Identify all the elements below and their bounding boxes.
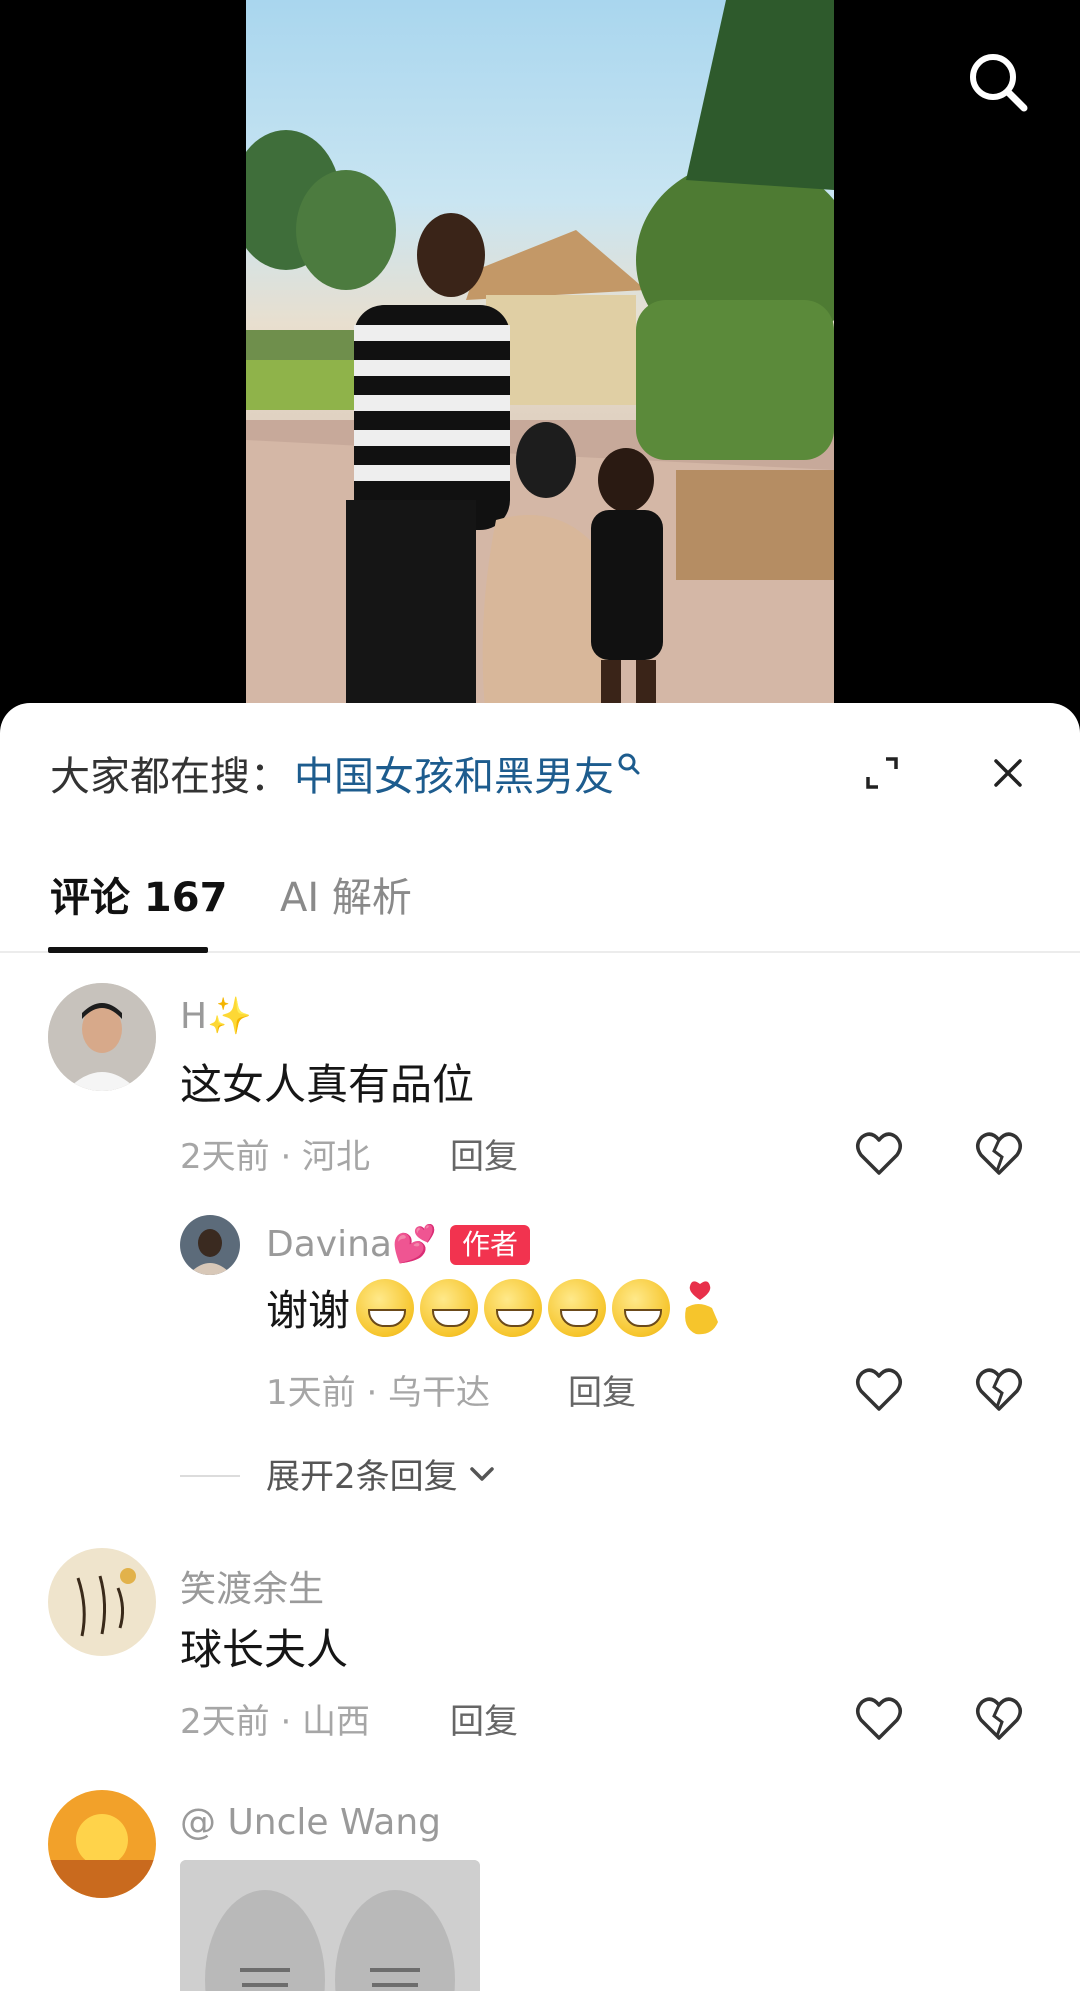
active-tab-indicator bbox=[48, 947, 208, 953]
comment-item: @ Uncle Wang bbox=[0, 1790, 1080, 1991]
dislike-button[interactable] bbox=[972, 1127, 1026, 1181]
comment-text: 这女人真有品位 bbox=[180, 1060, 475, 1109]
avatar[interactable] bbox=[48, 1548, 156, 1656]
hot-search-bar: 大家都在搜： 中国女孩和黑男友 bbox=[50, 743, 642, 803]
reply-meta: 1天前 · 乌干达 bbox=[266, 1373, 491, 1413]
like-button[interactable] bbox=[852, 1127, 906, 1181]
comment-username[interactable]: @ Uncle Wang bbox=[180, 1802, 441, 1843]
search-small-icon bbox=[618, 753, 640, 775]
avatar[interactable] bbox=[48, 1790, 156, 1898]
avatar-image bbox=[180, 1215, 240, 1275]
grinning-emoji bbox=[548, 1278, 607, 1337]
heart-icon bbox=[856, 1697, 902, 1740]
author-badge: 作者 bbox=[450, 1225, 531, 1265]
expand-replies-label: 展开2条回复 bbox=[266, 1457, 458, 1497]
avatar-image bbox=[48, 983, 156, 1091]
chevron-down-icon bbox=[469, 1466, 494, 1481]
close-icon bbox=[994, 759, 1022, 787]
dislike-button[interactable] bbox=[972, 1692, 1026, 1746]
finger-heart-emoji bbox=[685, 1280, 719, 1334]
expand-divider bbox=[180, 1475, 240, 1477]
video-scene-image bbox=[246, 0, 834, 720]
heart-icon bbox=[856, 1132, 902, 1175]
broken-heart-icon bbox=[976, 1368, 1022, 1411]
grinning-emoji bbox=[420, 1278, 479, 1337]
search-icon bbox=[970, 54, 1028, 112]
tab-bar: 评论 167 AI 解析 bbox=[0, 843, 1080, 953]
reply-text-row: 谢谢 bbox=[266, 1277, 728, 1338]
comment-image[interactable] bbox=[180, 1860, 480, 1991]
grinning-emoji bbox=[484, 1278, 543, 1337]
grinning-emoji bbox=[356, 1278, 415, 1337]
expand-sheet-button[interactable] bbox=[856, 747, 908, 799]
expand-replies-button[interactable]: 展开2条回复 bbox=[266, 1449, 500, 1498]
video-frame[interactable] bbox=[246, 0, 834, 720]
reply-button[interactable]: 回复 bbox=[450, 1129, 518, 1178]
comment-text: 球长夫人 bbox=[180, 1625, 349, 1674]
search-button[interactable] bbox=[966, 50, 1030, 114]
avatar[interactable] bbox=[48, 983, 156, 1091]
hot-search-prefix: 大家都在搜： bbox=[50, 754, 290, 800]
broken-heart-icon bbox=[976, 1132, 1022, 1175]
grinning-emoji bbox=[612, 1278, 671, 1337]
avatar-image bbox=[48, 1790, 156, 1898]
comment-item: H✨ 这女人真有品位 2天前 · 河北 回复 Davina💕 作者 谢谢 1天前… bbox=[0, 983, 1080, 1497]
comment-username[interactable]: 笑渡余生 bbox=[180, 1560, 324, 1612]
comment-username[interactable]: H✨ bbox=[180, 995, 252, 1037]
comments-sheet: 大家都在搜： 中国女孩和黑男友 评论 167 AI 解析 H✨ 这女人真有品位 … bbox=[0, 703, 1080, 1991]
broken-heart-icon bbox=[976, 1697, 1022, 1740]
reply-button[interactable]: 回复 bbox=[450, 1694, 518, 1743]
hot-search-query-link[interactable]: 中国女孩和黑男友 bbox=[294, 744, 614, 802]
dislike-button[interactable] bbox=[972, 1363, 1026, 1417]
comment-item: 笑渡余生 球长夫人 2天前 · 山西 回复 bbox=[0, 1548, 1080, 1748]
close-sheet-button[interactable] bbox=[982, 747, 1034, 799]
tab-comments[interactable]: 评论 167 bbox=[50, 843, 227, 953]
like-button[interactable] bbox=[852, 1363, 906, 1417]
comment-meta: 2天前 · 山西 bbox=[180, 1702, 371, 1742]
like-button[interactable] bbox=[852, 1692, 906, 1746]
expand-icon bbox=[866, 757, 898, 789]
shoes-image bbox=[180, 1860, 480, 1991]
comment-meta: 2天前 · 河北 bbox=[180, 1137, 371, 1177]
avatar-image bbox=[48, 1548, 156, 1656]
heart-icon bbox=[856, 1368, 902, 1411]
reply-username[interactable]: Davina💕 bbox=[266, 1223, 437, 1265]
reply-avatar[interactable] bbox=[180, 1215, 240, 1275]
reply-text: 谢谢 bbox=[266, 1286, 351, 1335]
tab-ai-analysis[interactable]: AI 解析 bbox=[280, 843, 412, 953]
video-player[interactable] bbox=[0, 0, 1080, 720]
reply-button[interactable]: 回复 bbox=[568, 1365, 636, 1414]
